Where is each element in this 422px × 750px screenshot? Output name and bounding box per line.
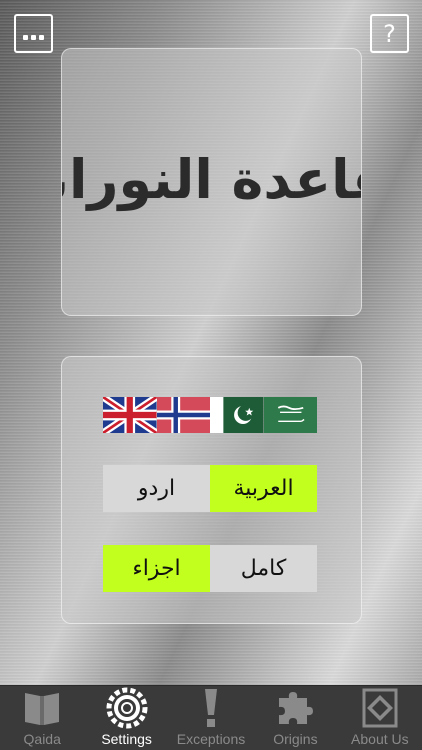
book-icon [20, 686, 64, 730]
tab-settings[interactable]: Settings [84, 686, 168, 750]
app-logo: القاعدة النورانية [62, 148, 361, 211]
tab-settings-label: Settings [101, 731, 152, 747]
tab-qaida-label: Qaida [23, 731, 61, 747]
tab-qaida[interactable]: Qaida [0, 686, 84, 750]
logo-text: القاعدة النورانية [62, 148, 361, 211]
tab-origins[interactable]: Origins [253, 686, 337, 750]
mode-toggle: اجزاء كامل [103, 545, 317, 592]
logo-panel: القاعدة النورانية [61, 48, 362, 316]
puzzle-icon [273, 686, 317, 730]
gear-icon [105, 686, 149, 730]
more-options-button[interactable] [14, 14, 53, 53]
tab-exceptions-label: Exceptions [176, 731, 246, 747]
urdu-language-button[interactable]: اردو [103, 465, 210, 512]
tab-about-us[interactable]: About Us [338, 686, 422, 750]
complete-mode-button[interactable]: كامل [210, 545, 317, 592]
tab-exceptions[interactable]: Exceptions [169, 686, 253, 750]
norway-flag[interactable] [156, 397, 211, 433]
flag-row [103, 397, 317, 433]
settings-panel: اردو العربية اجزاء كامل [61, 356, 362, 624]
tab-bar: Qaida Settings Exceptions Origins About … [0, 685, 422, 750]
saudi-flag[interactable] [263, 397, 318, 433]
arabic-language-button[interactable]: العربية [210, 465, 317, 512]
tab-origins-label: Origins [273, 731, 318, 747]
exclamation-icon [189, 686, 233, 730]
parts-mode-button[interactable]: اجزاء [103, 545, 210, 592]
uk-flag[interactable] [103, 397, 157, 433]
more-dots-icon [23, 35, 44, 40]
language-toggle: اردو العربية [103, 465, 317, 512]
diamond-icon [358, 686, 402, 730]
tab-about-us-label: About Us [351, 731, 409, 747]
help-button[interactable]: ? [370, 14, 409, 53]
pakistan-flag[interactable] [210, 397, 264, 433]
